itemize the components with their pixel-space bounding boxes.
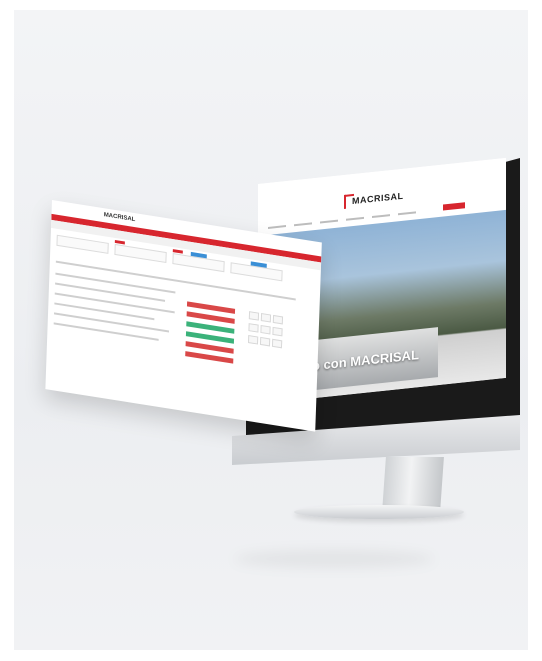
calendar-cell[interactable] (248, 311, 260, 321)
filter-field[interactable] (56, 234, 109, 254)
website-logo: MACRISAL (352, 190, 404, 207)
calendar-cell[interactable] (260, 324, 271, 335)
table-row[interactable] (55, 282, 166, 302)
nav-item[interactable] (320, 219, 338, 224)
nav-item[interactable] (346, 216, 364, 221)
table-row[interactable] (53, 322, 159, 341)
calendar-cell[interactable] (247, 335, 259, 345)
status-bar (185, 351, 234, 364)
nav-item[interactable] (398, 211, 416, 216)
nav-item[interactable] (372, 214, 390, 219)
monitor-stand-neck (382, 457, 444, 512)
filter-field[interactable] (114, 243, 167, 264)
calendar-cell[interactable] (272, 326, 283, 337)
dashboard-logo: MACRISAL (103, 212, 136, 224)
table-row[interactable] (54, 292, 175, 314)
calendar-cell[interactable] (248, 323, 259, 333)
table-row[interactable] (54, 312, 170, 333)
nav-item[interactable] (268, 225, 286, 229)
product-scene: MACRISAL Viviendo con MACRISAL MACRISAL (14, 10, 528, 650)
calendar-cell[interactable] (272, 314, 284, 325)
calendar-cell[interactable] (260, 313, 272, 323)
nav-item[interactable] (294, 222, 312, 227)
calendar-cell[interactable] (271, 338, 283, 349)
calendar-cell[interactable] (259, 336, 271, 347)
monitor-stand-base (294, 505, 464, 519)
stand-shadow (234, 550, 434, 568)
